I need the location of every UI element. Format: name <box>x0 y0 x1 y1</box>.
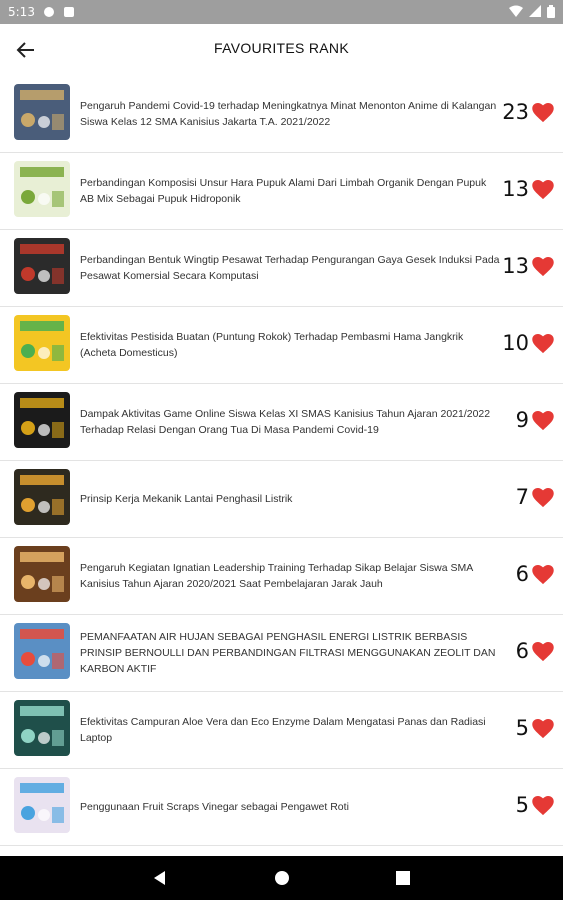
heart-icon[interactable] <box>532 565 554 585</box>
favourite-count: 7 <box>515 485 529 509</box>
item-title: Penggunaan Fruit Scraps Vinegar sebagai … <box>80 801 349 813</box>
item-title: Efektivitas Campuran Aloe Vera dan Eco E… <box>80 716 486 744</box>
heart-icon[interactable] <box>532 411 554 431</box>
item-title: PEMANFAATAN AIR HUJAN SEBAGAI PENGHASIL … <box>80 631 496 675</box>
page-title: FAVOURITES RANK <box>214 40 349 56</box>
favourite-count: 5 <box>515 716 529 740</box>
favourite-count: 10 <box>502 331 529 355</box>
list-item[interactable]: PEMANFAATAN AIR HUJAN SEBAGAI PENGHASIL … <box>0 615 563 692</box>
heart-icon[interactable] <box>532 334 554 354</box>
favourite-count: 23 <box>502 100 529 124</box>
list-item[interactable]: Pengaruh Kegiatan Ignatian Leadership Tr… <box>0 538 563 615</box>
list-item[interactable]: Perbandingan Komposisi Unsur Hara Pupuk … <box>0 153 563 230</box>
thumbnail-image <box>14 238 70 294</box>
item-title: Prinsip Kerja Mekanik Lantai Penghasil L… <box>80 493 293 505</box>
thumbnail-image <box>14 392 70 448</box>
app-bar: FAVOURITES RANK <box>0 24 563 76</box>
list-item[interactable]: Penggunaan Fruit Scraps Vinegar sebagai … <box>0 769 563 846</box>
item-title: Perbandingan Bentuk Wingtip Pesawat Terh… <box>80 254 500 282</box>
heart-icon[interactable] <box>532 257 554 277</box>
list-item[interactable]: Efektivitas Campuran Aloe Vera dan Eco E… <box>0 692 563 769</box>
nav-home-icon[interactable] <box>272 868 292 888</box>
list-item[interactable]: Prinsip Kerja Mekanik Lantai Penghasil L… <box>0 461 563 538</box>
list-item[interactable]: Dampak Aktivitas Game Online Siswa Kelas… <box>0 384 563 461</box>
nav-back-icon[interactable] <box>150 868 170 888</box>
system-nav-bar <box>0 856 563 900</box>
heart-icon[interactable] <box>532 642 554 662</box>
signal-icon <box>529 5 541 21</box>
nav-recents-icon[interactable] <box>393 868 413 888</box>
item-title: Dampak Aktivitas Game Online Siswa Kelas… <box>80 408 491 436</box>
heart-icon[interactable] <box>532 180 554 200</box>
list-item[interactable]: Pengaruh Pandemi Covid-19 terhadap Menin… <box>0 76 563 153</box>
favourite-count: 13 <box>502 254 529 278</box>
favourite-count: 13 <box>502 177 529 201</box>
status-time: 5:13 <box>8 5 35 19</box>
thumbnail-image <box>14 777 70 833</box>
favourite-count: 5 <box>515 793 529 817</box>
thumbnail-image <box>14 623 70 679</box>
wifi-icon <box>509 5 523 21</box>
favourite-count: 6 <box>515 639 529 663</box>
app-icon <box>63 6 75 18</box>
item-title: Pengaruh Pandemi Covid-19 terhadap Menin… <box>80 100 497 128</box>
heart-icon[interactable] <box>532 103 554 123</box>
status-bar: 5:13 <box>0 0 563 24</box>
favourite-count: 9 <box>515 408 529 432</box>
item-title: Efektivitas Pestisida Buatan (Puntung Ro… <box>80 331 464 359</box>
heart-icon[interactable] <box>532 488 554 508</box>
heart-icon[interactable] <box>532 719 554 739</box>
thumbnail-image <box>14 546 70 602</box>
battery-icon <box>547 5 555 21</box>
notification-icon <box>43 6 55 18</box>
item-title: Perbandingan Komposisi Unsur Hara Pupuk … <box>80 177 487 205</box>
item-title: Pengaruh Kegiatan Ignatian Leadership Tr… <box>80 562 473 590</box>
heart-icon[interactable] <box>532 796 554 816</box>
list-item[interactable]: Efektivitas Pestisida Buatan (Puntung Ro… <box>0 307 563 384</box>
thumbnail-image <box>14 161 70 217</box>
thumbnail-image <box>14 84 70 140</box>
favourite-count: 6 <box>515 562 529 586</box>
thumbnail-image <box>14 700 70 756</box>
thumbnail-image <box>14 469 70 525</box>
list-item[interactable]: Perbandingan Bentuk Wingtip Pesawat Terh… <box>0 230 563 307</box>
thumbnail-image <box>14 315 70 371</box>
favourites-list: Pengaruh Pandemi Covid-19 terhadap Menin… <box>0 76 563 846</box>
